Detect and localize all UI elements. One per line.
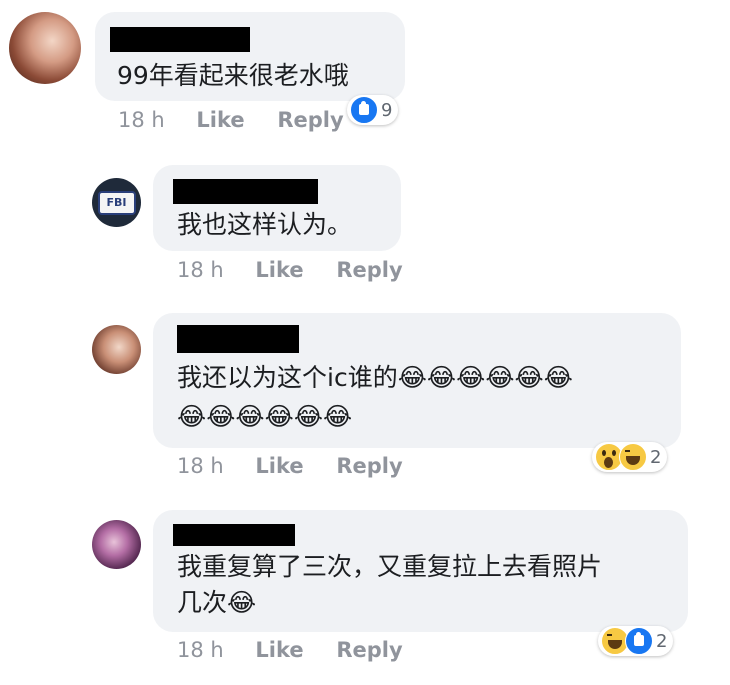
comment-3-text-line-2: 😂😂😂😂😂😂	[177, 402, 353, 431]
reaction-count: 2	[656, 630, 668, 652]
haha-icon	[619, 443, 647, 471]
comment-3-text-line-1: 我还以为这个ic谁的😂😂😂😂😂😂	[177, 363, 573, 392]
reply-button[interactable]: Reply	[336, 454, 402, 478]
like-button[interactable]: Like	[196, 108, 244, 132]
comment-4-avatar[interactable]	[92, 520, 141, 569]
comment-1-avatar[interactable]	[9, 12, 81, 84]
comment-1-text: 99年看起来很老水哦	[117, 61, 349, 90]
reply-button[interactable]: Reply	[336, 638, 402, 662]
comment-timestamp[interactable]: 18 h	[177, 258, 224, 282]
comment-4-reactions[interactable]: 2	[598, 626, 674, 656]
comment-2-avatar[interactable]: FBI	[92, 178, 141, 227]
reaction-count: 2	[650, 446, 662, 468]
like-button[interactable]: Like	[255, 258, 303, 282]
redacted-author-name[interactable]	[173, 179, 318, 204]
comment-timestamp[interactable]: 18 h	[177, 638, 224, 662]
comment-3-bubble: 我还以为这个ic谁的😂😂😂😂😂😂 😂😂😂😂😂😂	[153, 313, 681, 448]
reply-button[interactable]: Reply	[336, 258, 402, 282]
comment-1-reactions[interactable]: 9	[347, 95, 399, 125]
comment-4-meta: 18 h Like Reply	[177, 638, 403, 662]
redacted-author-name[interactable]	[173, 524, 295, 546]
like-button[interactable]: Like	[255, 454, 303, 478]
reaction-count: 9	[381, 99, 393, 121]
like-icon	[625, 627, 653, 655]
comment-timestamp[interactable]: 18 h	[177, 454, 224, 478]
comment-4-bubble: 我重复算了三次，又重复拉上去看照片 几次😂	[153, 510, 688, 632]
comment-2-meta: 18 h Like Reply	[177, 258, 403, 282]
reply-button[interactable]: Reply	[277, 108, 343, 132]
fbi-badge: FBI	[97, 190, 136, 215]
redacted-author-name[interactable]	[110, 27, 250, 52]
like-icon	[350, 96, 378, 124]
comment-2-text: 我也这样认为。	[177, 210, 353, 239]
redacted-author-name[interactable]	[177, 325, 299, 353]
like-button[interactable]: Like	[255, 638, 303, 662]
comment-3-reactions[interactable]: 2	[592, 442, 668, 472]
comment-4-text-line-1: 我重复算了三次，又重复拉上去看照片	[177, 552, 603, 581]
comment-1-bubble: 99年看起来很老水哦	[95, 12, 405, 101]
comment-timestamp[interactable]: 18 h	[118, 108, 165, 132]
comment-3-meta: 18 h Like Reply	[177, 454, 403, 478]
comment-1-meta: 18 h Like Reply	[118, 108, 344, 132]
comment-2-bubble: 我也这样认为。	[153, 165, 401, 251]
comment-4-text-line-2: 几次😂	[177, 588, 257, 617]
comment-3-avatar[interactable]	[92, 325, 141, 374]
